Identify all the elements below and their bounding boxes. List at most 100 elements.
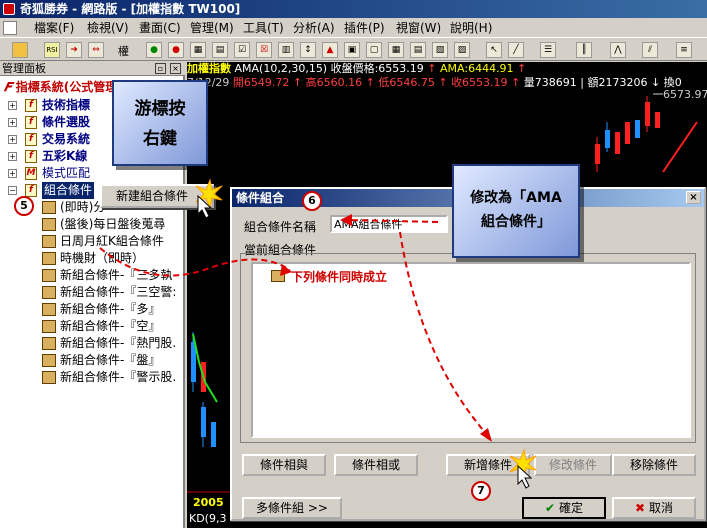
- vline-tool-icon[interactable]: ║: [576, 42, 592, 58]
- check-icon[interactable]: ☑: [234, 42, 250, 58]
- rsi-button[interactable]: RSI: [44, 42, 60, 58]
- list-item[interactable]: 新組合條件-『三空警:: [0, 284, 185, 301]
- weight-dropdown[interactable]: 權: [118, 43, 129, 59]
- list-item[interactable]: 新組合條件-『熱門股.: [0, 335, 185, 352]
- condition-icon: [42, 218, 56, 231]
- and-conditions-button[interactable]: 條件相與: [242, 454, 326, 476]
- step-badge: 5: [14, 196, 34, 216]
- root-condition-node[interactable]: 下列條件同時成立: [291, 268, 387, 285]
- check-icon: ✔: [545, 501, 556, 515]
- combo-name-input[interactable]: [330, 215, 448, 233]
- menu-manage[interactable]: 管理(M): [190, 20, 234, 36]
- condition-icon: [42, 269, 56, 282]
- expand-icon[interactable]: +: [8, 152, 17, 161]
- ok-button[interactable]: ✔ 確定: [522, 497, 606, 519]
- indicator-folder-icon: f: [25, 99, 37, 112]
- condition-group-icon: [271, 270, 285, 282]
- line-tool-icon[interactable]: ╱: [508, 42, 524, 58]
- modify-condition-button[interactable]: 修改條件: [534, 454, 612, 476]
- chart-icon[interactable]: ▤: [212, 42, 228, 58]
- condition-icon: [42, 286, 56, 299]
- left-right-icon[interactable]: ⇔: [88, 42, 104, 58]
- menu-window[interactable]: 視窗(W): [396, 20, 441, 36]
- close-icon[interactable]: ×: [686, 191, 701, 204]
- multi-group-button[interactable]: 多條件組 >>: [242, 497, 342, 519]
- menu-tools[interactable]: 工具(T): [243, 20, 284, 36]
- alarm-icon[interactable]: ▲: [322, 42, 338, 58]
- menu-plugins[interactable]: 插件(P): [344, 20, 385, 36]
- step-badge: 6: [302, 191, 322, 211]
- list-item[interactable]: (盤後)每日盤後蒐尋: [0, 216, 185, 233]
- cancel-button[interactable]: ✖ 取消: [612, 497, 696, 519]
- layout-icon[interactable]: ▦: [388, 42, 404, 58]
- layout3-icon[interactable]: ▧: [432, 42, 448, 58]
- pattern-folder-icon: M: [25, 167, 37, 180]
- collapse-icon[interactable]: −: [8, 186, 17, 195]
- menu-bar: 檔案(F) 檢視(V) 畫面(C) 管理(M) 工具(T) 分析(A) 插件(P…: [0, 18, 707, 38]
- list-item[interactable]: 新組合條件-『盤』: [0, 352, 185, 369]
- panel-pin-icon[interactable]: ▫: [155, 63, 166, 74]
- list-item[interactable]: 新組合條件-『警示股.: [0, 369, 185, 386]
- expand-icon[interactable]: +: [8, 118, 17, 127]
- remove-condition-button[interactable]: 移除條件: [612, 454, 696, 476]
- condition-icon: [42, 320, 56, 333]
- window-title: 奇狐勝券 - 網路版 - [加權指數 TW100]: [20, 2, 241, 16]
- grid-icon[interactable]: ▦: [190, 42, 206, 58]
- x-icon: ✖: [635, 501, 646, 515]
- list-item[interactable]: 新組合條件-『三多執: [0, 267, 185, 284]
- context-menu-new-combo[interactable]: 新建組合條件: [116, 189, 188, 203]
- kd-label: KD(9,3: [189, 512, 227, 525]
- panel-close-icon[interactable]: ×: [170, 63, 181, 74]
- or-conditions-button[interactable]: 條件相或: [334, 454, 418, 476]
- parallel-tool-icon[interactable]: ≡: [676, 42, 692, 58]
- toolbar: RSI ➜ ⇔ 權 ● ● ▦ ▤ ☑ ☒ ▥ ↕ ▲ ▣ ▢ ▦ ▤ ▧ ▨ …: [0, 39, 707, 61]
- cross-icon[interactable]: ☒: [256, 42, 272, 58]
- condition-icon: [42, 337, 56, 350]
- fan-tool-icon[interactable]: ⋀: [610, 42, 626, 58]
- panel-title: 管理面板 ▫ ×: [0, 62, 185, 76]
- arrows-icon[interactable]: ↕: [300, 42, 316, 58]
- condition-icon: [42, 252, 56, 265]
- condition-icon: [42, 354, 56, 367]
- menu-analysis[interactable]: 分析(A): [293, 20, 335, 36]
- menu-view[interactable]: 檢視(V): [87, 20, 129, 36]
- chart-window-icon[interactable]: [3, 21, 17, 35]
- tree-root[interactable]: 𝑭 指標系統(公式管理): [4, 79, 123, 96]
- menu-screen[interactable]: 畫面(C): [139, 20, 181, 36]
- expand-icon[interactable]: +: [8, 169, 17, 178]
- list-item[interactable]: 新組合條件-『空』: [0, 318, 185, 335]
- menu-help[interactable]: 說明(H): [450, 20, 492, 36]
- list-item[interactable]: 新組合條件-『多』: [0, 301, 185, 318]
- menu-file[interactable]: 檔案(F): [34, 20, 74, 36]
- channel-tool-icon[interactable]: ⫽: [642, 42, 658, 58]
- table-icon[interactable]: ▥: [278, 42, 294, 58]
- expand-icon[interactable]: +: [8, 135, 17, 144]
- arrow-icon[interactable]: ➜: [66, 42, 82, 58]
- open-folder-icon[interactable]: [12, 42, 28, 58]
- window-icon[interactable]: ▢: [366, 42, 382, 58]
- indicator-icon[interactable]: ●: [146, 42, 162, 58]
- condition-icon: [42, 201, 56, 214]
- screen-icon[interactable]: ▣: [344, 42, 360, 58]
- window-title-bar: 奇狐勝券 - 網路版 - [加權指數 TW100]: [0, 0, 707, 18]
- list-item[interactable]: 日周月紅K組合條件: [0, 233, 185, 250]
- formula-icon: 𝑭: [4, 80, 12, 94]
- indicator-folder-icon: f: [25, 133, 37, 146]
- step-badge: 7: [471, 481, 491, 501]
- callout-right-click: 游標按右鍵: [112, 80, 208, 166]
- tree-item-pattern[interactable]: + M 模式匹配: [0, 165, 185, 182]
- callout-rename: 修改為「AMA 組合條件」: [452, 164, 580, 258]
- condition-tree[interactable]: 下列條件同時成立: [251, 262, 691, 438]
- context-menu: 新建組合條件: [100, 184, 214, 208]
- condition-icon: [42, 303, 56, 316]
- layout4-icon[interactable]: ▨: [454, 42, 470, 58]
- layout2-icon[interactable]: ▤: [410, 42, 426, 58]
- indicator2-icon[interactable]: ●: [168, 42, 184, 58]
- expand-icon[interactable]: +: [8, 101, 17, 110]
- candle-group: [595, 96, 698, 173]
- pointer-icon[interactable]: ↖: [486, 42, 502, 58]
- indicator-folder-icon: f: [25, 150, 37, 163]
- hline-tool-icon[interactable]: ☰: [540, 42, 556, 58]
- list-item[interactable]: 時機財（即時）: [0, 250, 185, 267]
- add-condition-button[interactable]: 新增條件: [446, 454, 530, 476]
